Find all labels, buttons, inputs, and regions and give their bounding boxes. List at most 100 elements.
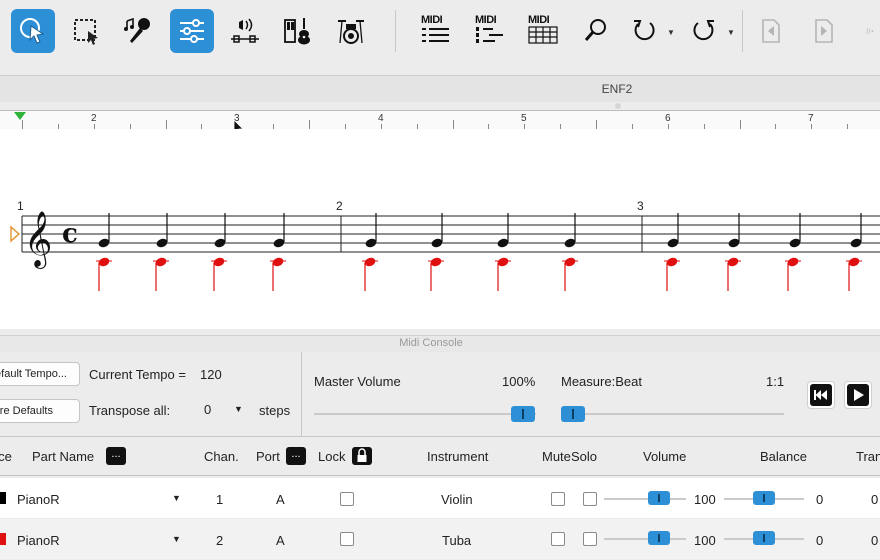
score-view[interactable]: 𝄞 c 1 2 3: [0, 129, 880, 329]
balance-thumb[interactable]: [753, 531, 775, 545]
table-row[interactable]: PianoR ▼ 2 A Tuba 100 0 0: [0, 519, 880, 559]
drum-kit-icon: [338, 20, 364, 44]
channel-cell[interactable]: 2: [216, 533, 223, 548]
audio-tool[interactable]: [223, 9, 267, 53]
marquee-select-icon: [74, 19, 98, 45]
transpose-dropdown-icon[interactable]: ▼: [234, 404, 243, 414]
default-tempo-label: Default Tempo...: [0, 368, 67, 380]
volume-slider[interactable]: [604, 538, 686, 540]
part-name-cell[interactable]: PianoR: [17, 492, 60, 507]
master-volume-slider[interactable]: [314, 413, 536, 415]
transpose-unit: steps: [259, 403, 291, 418]
previous-page-button[interactable]: [748, 9, 792, 53]
split-handle[interactable]: [615, 103, 621, 109]
table-row[interactable]: PianoR ▼ 1 A Violin 100 0 0: [0, 478, 880, 518]
col-solo[interactable]: Solo: [571, 449, 597, 464]
numbered-list-icon: [476, 27, 503, 43]
staff-canvas[interactable]: 𝄞 c: [0, 129, 880, 329]
ruler-tick: [22, 120, 23, 129]
timeline-ruler[interactable]: 2 3 4 5 6 7: [0, 110, 880, 130]
balance-thumb[interactable]: [753, 491, 775, 505]
lock-checkbox[interactable]: [340, 532, 354, 546]
drums-tool[interactable]: [329, 9, 373, 53]
undo-button[interactable]: [622, 9, 666, 53]
balance-value: 0: [816, 492, 824, 507]
solo-checkbox[interactable]: [583, 532, 597, 546]
col-port[interactable]: Port: [256, 449, 280, 464]
instrument-cell[interactable]: Tuba: [442, 533, 471, 548]
magnifier-icon: [584, 19, 606, 41]
midi-grid-button[interactable]: MIDI: [528, 14, 558, 47]
measure-beat-slider[interactable]: [561, 413, 784, 415]
ruler-tick: [166, 120, 167, 129]
volume-slider[interactable]: [604, 498, 686, 500]
volume-thumb[interactable]: [648, 491, 670, 505]
part-name-cell[interactable]: PianoR: [17, 533, 60, 548]
select-arrow-tool[interactable]: [11, 9, 55, 53]
rewind-icon: [810, 384, 832, 406]
instrument-cell[interactable]: Violin: [441, 492, 473, 507]
voice-color-swatch[interactable]: [0, 492, 6, 504]
restore-defaults-button[interactable]: Restore Defaults: [0, 399, 80, 423]
mute-checkbox[interactable]: [551, 532, 565, 546]
play-button[interactable]: [844, 381, 872, 409]
instruments-tool[interactable]: [276, 9, 320, 53]
master-volume-thumb[interactable]: [511, 406, 535, 422]
microphone-icon: [124, 17, 150, 43]
voice-color-swatch[interactable]: [0, 533, 6, 545]
port-cell[interactable]: A: [276, 492, 285, 507]
col-mute[interactable]: Mute: [542, 449, 571, 464]
col-transpose[interactable]: Transpose: [856, 449, 880, 464]
console-divider: [301, 352, 302, 436]
midi-numbered-button[interactable]: MIDI: [475, 14, 505, 47]
page-back-icon: [762, 19, 780, 43]
part-dropdown-icon[interactable]: ▼: [172, 534, 181, 544]
col-lock[interactable]: Lock: [318, 449, 345, 464]
transpose-cell[interactable]: 0: [871, 533, 878, 548]
default-tempo-button[interactable]: Default Tempo...: [0, 362, 80, 386]
marquee-select-tool[interactable]: [64, 9, 108, 53]
channel-cell[interactable]: 1: [216, 492, 223, 507]
broadcast-button[interactable]: [856, 9, 880, 53]
measure-beat-thumb[interactable]: [561, 406, 585, 422]
midi-console-header: Midi Console: [0, 335, 880, 352]
ruler-label: 7: [808, 113, 814, 124]
master-volume-label: Master Volume: [314, 374, 401, 389]
toolbar: MIDI MIDI MIDI ▼ ▼: [0, 0, 880, 64]
zoom-button[interactable]: [574, 9, 618, 53]
console-controls: Default Tempo... Restore Defaults Curren…: [0, 352, 880, 437]
midi-list-button[interactable]: MIDI: [421, 14, 451, 47]
mixer-tool[interactable]: [170, 9, 214, 53]
col-balance[interactable]: Balance: [760, 449, 807, 464]
part-dropdown-icon[interactable]: ▼: [172, 493, 181, 503]
col-instrument[interactable]: Instrument: [427, 449, 488, 464]
port-cell[interactable]: A: [276, 533, 285, 548]
port-options-button[interactable]: ...: [286, 447, 306, 465]
undo-dropdown-icon[interactable]: ▼: [667, 28, 675, 37]
solo-checkbox[interactable]: [583, 492, 597, 506]
col-channel[interactable]: Chan.: [204, 449, 239, 464]
parts-table-header: Voice Part Name ... Chan. Port ... Lock …: [0, 437, 880, 476]
transpose-value[interactable]: 0: [204, 402, 211, 417]
part-name-options-button[interactable]: ...: [106, 447, 126, 465]
lock-all-button[interactable]: [352, 447, 372, 465]
volume-thumb[interactable]: [648, 531, 670, 545]
redo-button[interactable]: [682, 9, 726, 53]
broadcast-icon: [866, 27, 874, 35]
instruments-icon: [284, 18, 310, 45]
mute-checkbox[interactable]: [551, 492, 565, 506]
lyrics-tool[interactable]: [117, 9, 161, 53]
redo-dropdown-icon[interactable]: ▼: [727, 28, 735, 37]
rewind-button[interactable]: [807, 381, 835, 409]
col-part-name[interactable]: Part Name: [32, 449, 94, 464]
master-volume-value: 100%: [502, 374, 536, 389]
transpose-cell[interactable]: 0: [871, 492, 878, 507]
col-voice[interactable]: Voice: [0, 449, 12, 464]
toolbar-separator: [742, 10, 743, 52]
lock-checkbox[interactable]: [340, 492, 354, 506]
col-volume[interactable]: Volume: [643, 449, 686, 464]
playhead-marker-icon[interactable]: [14, 111, 26, 121]
next-page-button[interactable]: [801, 9, 845, 53]
volume-value: 100: [694, 533, 716, 548]
ruler-tick: [740, 120, 741, 129]
